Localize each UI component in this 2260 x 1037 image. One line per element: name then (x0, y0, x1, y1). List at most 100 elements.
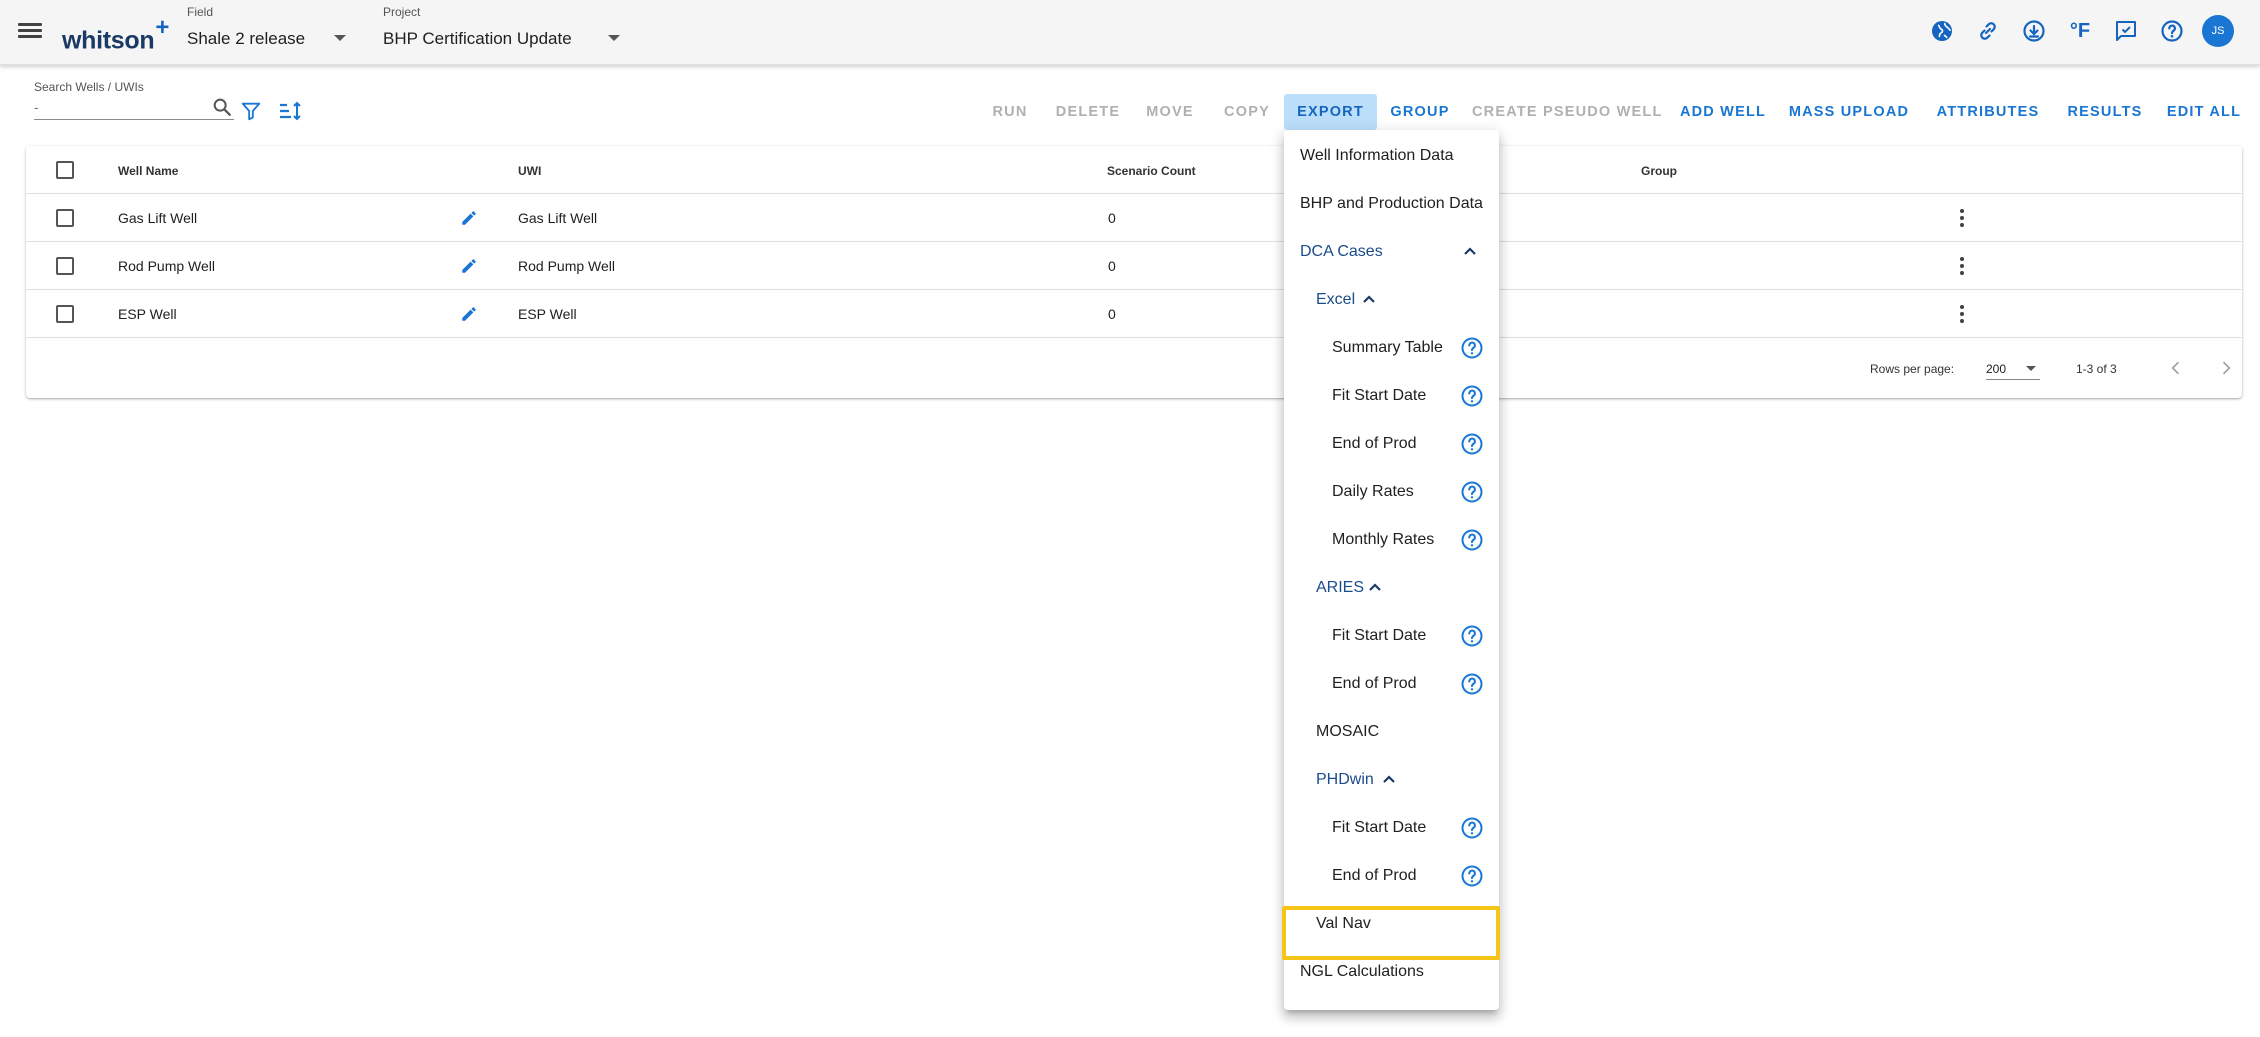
avatar[interactable]: JS (2202, 15, 2234, 47)
menu-item-phdwin-fit-start-date[interactable]: Fit Start Date (1284, 804, 1499, 852)
chevron-down-icon[interactable] (608, 35, 620, 41)
results-button[interactable]: RESULTS (2064, 94, 2146, 130)
table-row[interactable]: Gas Lift Well Gas Lift Well 0 (26, 194, 2242, 242)
uwi-cell: Gas Lift Well (518, 210, 598, 226)
menu-item-val-nav[interactable]: Val Nav (1284, 900, 1499, 948)
edit-icon[interactable] (460, 257, 478, 275)
field-value: Shale 2 release (187, 29, 306, 48)
help-icon[interactable] (1460, 336, 1484, 360)
run-button[interactable]: RUN (984, 94, 1036, 130)
uwi-cell: Rod Pump Well (518, 258, 616, 274)
column-header-scenario-count[interactable]: Scenario Count (1107, 164, 1196, 178)
menu-item-dca-cases[interactable]: DCA Cases (1284, 228, 1499, 276)
scenario-count-cell: 0 (1108, 306, 1116, 322)
menu-item-phdwin[interactable]: PHDwin (1284, 756, 1499, 804)
menu-item-aries-end-of-prod[interactable]: End of Prod (1284, 660, 1499, 708)
help-icon[interactable] (1460, 432, 1484, 456)
row-checkbox[interactable] (56, 257, 74, 275)
export-button[interactable]: EXPORT (1284, 94, 1377, 130)
menu-icon[interactable] (18, 20, 42, 44)
menu-item-bhp-and-production-data[interactable]: BHP and Production Data (1284, 180, 1499, 228)
table-row[interactable]: Rod Pump Well Rod Pump Well 0 (26, 242, 2242, 290)
menu-item-excel[interactable]: Excel (1284, 276, 1499, 324)
help-icon[interactable] (1460, 864, 1484, 888)
help-icon[interactable] (1460, 672, 1484, 696)
chevron-up-icon (1464, 247, 1476, 255)
menu-item-mosaic[interactable]: MOSAIC (1284, 708, 1499, 756)
move-button[interactable]: MOVE (1140, 94, 1200, 130)
table-header: Well Name UWI Scenario Count Group (26, 146, 2242, 194)
project-value: BHP Certification Update (383, 29, 572, 48)
row-checkbox[interactable] (56, 305, 74, 323)
export-menu: Well Information Data BHP and Production… (1284, 130, 1499, 1010)
app-logo[interactable]: whitson+ (62, 14, 169, 55)
menu-item-excel-summary-table[interactable]: Summary Table (1284, 324, 1499, 372)
menu-item-aries-fit-start-date[interactable]: Fit Start Date (1284, 612, 1499, 660)
chevron-down-icon (2026, 366, 2036, 371)
table-row[interactable]: ESP Well ESP Well 0 (26, 290, 2242, 338)
help-icon[interactable] (2156, 15, 2188, 47)
chevron-down-icon[interactable] (334, 35, 346, 41)
field-label: Field (187, 5, 214, 19)
attributes-button[interactable]: ATTRIBUTES (1930, 94, 2046, 130)
menu-item-excel-fit-start-date[interactable]: Fit Start Date (1284, 372, 1499, 420)
menu-item-excel-daily-rates[interactable]: Daily Rates (1284, 468, 1499, 516)
more-vert-icon[interactable] (1950, 206, 1974, 230)
scenario-count-cell: 0 (1108, 258, 1116, 274)
column-header-uwi[interactable]: UWI (518, 164, 541, 178)
create-pseudo-well-button[interactable]: CREATE PSEUDO WELL (1472, 94, 1661, 130)
link-icon[interactable] (1972, 15, 2004, 47)
edit-icon[interactable] (460, 305, 478, 323)
menu-item-phdwin-end-of-prod[interactable]: End of Prod (1284, 852, 1499, 900)
chevron-right-icon[interactable] (2216, 358, 2236, 378)
help-icon[interactable] (1460, 384, 1484, 408)
chevron-up-icon (1369, 583, 1381, 591)
select-all-checkbox[interactable] (56, 161, 74, 179)
row-checkbox[interactable] (56, 209, 74, 227)
edit-all-button[interactable]: EDIT ALL (2164, 94, 2244, 130)
edit-icon[interactable] (460, 209, 478, 227)
search-label: Search Wells / UWIs (34, 80, 144, 94)
menu-item-well-information-data[interactable]: Well Information Data (1284, 132, 1499, 180)
well-name-cell: Rod Pump Well (118, 258, 216, 274)
field-select[interactable]: Field Shale 2 release (187, 5, 357, 49)
feedback-icon[interactable] (2110, 15, 2142, 47)
scenario-count-cell: 0 (1108, 210, 1116, 226)
more-vert-icon[interactable] (1950, 302, 1974, 326)
menu-item-aries[interactable]: ARIES (1284, 564, 1499, 612)
copy-button[interactable]: COPY (1218, 94, 1276, 130)
well-name-cell: ESP Well (118, 306, 177, 322)
column-header-group[interactable]: Group (1641, 164, 1677, 178)
help-icon[interactable] (1460, 528, 1484, 552)
chevron-left-icon[interactable] (2166, 358, 2186, 378)
download-icon[interactable] (2018, 15, 2050, 47)
menu-item-excel-end-of-prod[interactable]: End of Prod (1284, 420, 1499, 468)
chevron-up-icon (1363, 295, 1375, 303)
temperature-unit-icon[interactable]: °F (2064, 15, 2096, 47)
search-input[interactable] (34, 94, 234, 120)
help-icon[interactable] (1460, 816, 1484, 840)
sort-icon[interactable] (277, 98, 303, 124)
project-select[interactable]: Project BHP Certification Update (383, 5, 633, 49)
well-name-cell: Gas Lift Well (118, 210, 198, 226)
delete-button[interactable]: DELETE (1051, 94, 1125, 130)
help-icon[interactable] (1460, 480, 1484, 504)
app-bar: whitson+ Field Shale 2 release Project B… (0, 0, 2260, 65)
filter-icon[interactable] (238, 98, 264, 124)
add-well-button[interactable]: ADD WELL (1676, 94, 1770, 130)
search-icon[interactable] (211, 96, 233, 118)
globe-icon[interactable] (1926, 15, 1958, 47)
group-button[interactable]: GROUP (1386, 94, 1454, 130)
chevron-up-icon (1383, 775, 1395, 783)
more-vert-icon[interactable] (1950, 254, 1974, 278)
column-header-well-name[interactable]: Well Name (118, 164, 178, 178)
wells-table: Well Name UWI Scenario Count Group Gas L… (26, 146, 2242, 398)
menu-item-excel-monthly-rates[interactable]: Monthly Rates (1284, 516, 1499, 564)
help-icon[interactable] (1460, 624, 1484, 648)
project-label: Project (383, 5, 421, 19)
pagination-range: 1-3 of 3 (2076, 362, 2117, 376)
mass-upload-button[interactable]: MASS UPLOAD (1788, 94, 1910, 130)
uwi-cell: ESP Well (518, 306, 577, 322)
menu-item-ngl-calculations[interactable]: NGL Calculations (1284, 948, 1499, 996)
rows-per-page-select[interactable]: 200 (1986, 356, 2040, 380)
